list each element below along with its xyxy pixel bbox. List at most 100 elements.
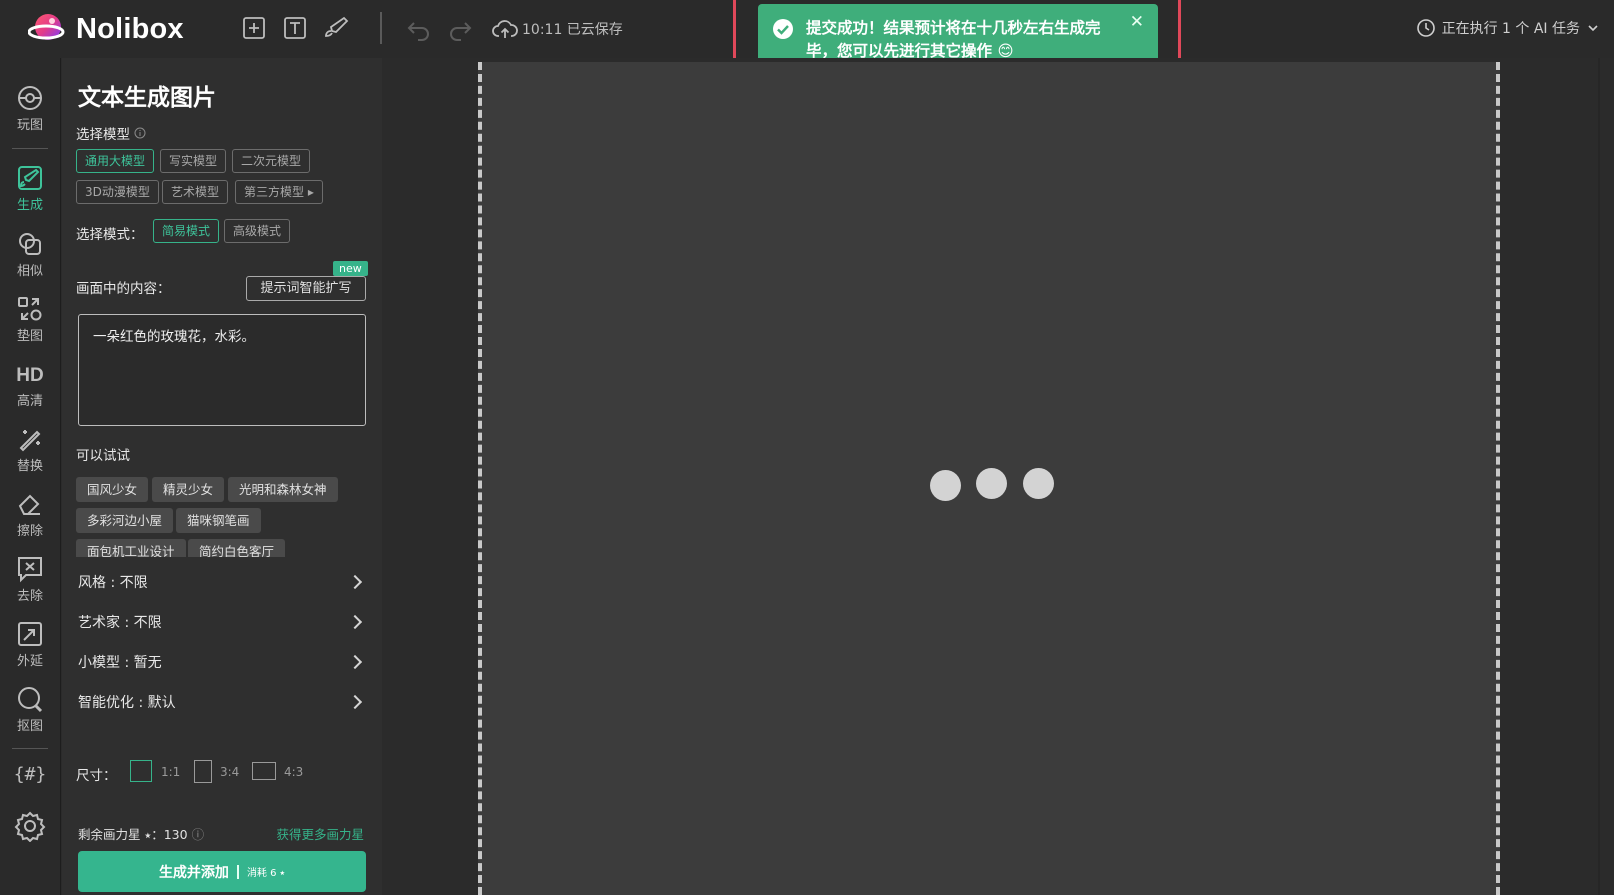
loading-dot <box>976 468 1007 499</box>
rail-item-similar[interactable]: 相似 <box>5 230 55 279</box>
plugin-icon: {#} <box>13 764 47 785</box>
model-chip-general[interactable]: 通用大模型 <box>76 149 155 173</box>
brush-tool-icon[interactable] <box>322 15 349 41</box>
rail-item-remove[interactable]: 去除 <box>5 555 55 604</box>
suggestion-chip[interactable]: 简约白色客厅 <box>188 539 286 557</box>
chevron-right-icon <box>347 614 363 630</box>
rail-divider <box>12 148 48 149</box>
task-status-text: 正在执行 1 个 AI 任务 <box>1441 21 1580 37</box>
brush-icon <box>18 166 42 190</box>
logo-icon <box>28 14 65 40</box>
suggestion-chip[interactable]: 光明和森林女神 <box>228 477 338 502</box>
ai-task-status[interactable]: 正在执行 1 个 AI 任务 <box>1416 18 1600 38</box>
eraser-icon <box>18 494 40 515</box>
tool-rail: 玩图 生成 相似 垫图 HD 高清 替换 擦除 去除 外延 抠图 {#} <box>0 58 61 895</box>
clock-icon <box>1416 19 1435 37</box>
mode-chip-simple[interactable]: 简易模式 <box>153 219 220 243</box>
add-text-icon[interactable] <box>282 15 308 41</box>
rail-item-play[interactable]: 玩图 <box>5 84 55 133</box>
generation-panel: 文本生成图片 选择模型 通用大模型 写实模型 二次元模型 3D动漫模型 艺术模型… <box>62 58 382 895</box>
content-label: 画面中的内容： <box>76 281 171 297</box>
drawing-canvas[interactable] <box>478 62 1500 895</box>
rail-label: 高清 <box>16 394 43 409</box>
chevron-right-icon <box>347 654 363 670</box>
close-icon[interactable]: ✕ <box>1130 12 1144 32</box>
size-option-label: 3:4 <box>220 765 240 779</box>
new-badge: new <box>333 261 368 276</box>
rail-item-outpaint[interactable]: 外延 <box>5 620 55 669</box>
rail-item-hd[interactable]: HD 高清 <box>5 360 55 409</box>
model-chip-third-party[interactable]: 第三方模型 ▸ <box>235 180 323 204</box>
chevron-right-icon <box>347 694 363 710</box>
save-status-text: 10:11 已云保存 <box>522 22 623 38</box>
rail-label: 外延 <box>16 654 43 669</box>
suggestion-chip[interactable]: 猫咪钢笔画 <box>176 508 261 533</box>
suggestion-list: 国风少女 精灵少女 光明和森林女神 多彩河边小屋 猫咪钢笔画 面包机工业设计 简… <box>62 473 382 557</box>
scrollbar[interactable] <box>1598 58 1600 895</box>
model-chip-anime[interactable]: 二次元模型 <box>232 149 311 173</box>
suggestion-chip[interactable]: 多彩河边小屋 <box>76 508 174 533</box>
rail-label: 玩图 <box>16 118 43 133</box>
rail-item-generate[interactable]: 生成 <box>5 160 55 216</box>
model-chip-3d[interactable]: 3D动漫模型 <box>76 180 159 204</box>
model-chip-art[interactable]: 艺术模型 <box>162 180 229 204</box>
undo-icon[interactable] <box>406 15 432 41</box>
setting-optimize[interactable]: 智能优化 : 默认 <box>78 687 366 717</box>
suggestion-chip[interactable]: 精灵少女 <box>152 477 225 502</box>
redo-icon[interactable] <box>447 15 473 41</box>
generate-button-label: 生成并添加 <box>158 864 229 881</box>
size-option-3-4[interactable] <box>194 760 212 783</box>
rail-label: 生成 <box>16 198 43 213</box>
rail-item-erase[interactable]: 擦除 <box>5 490 55 539</box>
loading-dot <box>930 470 961 501</box>
setting-style[interactable]: 风格 : 不限 <box>78 567 366 597</box>
prompt-textarea[interactable]: 一朵红色的玫瑰花，水彩。 <box>78 314 366 426</box>
page-title: 文本生成图片 <box>78 85 216 111</box>
rail-label: 抠图 <box>16 719 43 734</box>
setting-label: 风格 : 不限 <box>78 575 148 591</box>
rail-item-reference[interactable]: 垫图 <box>5 295 55 344</box>
hd-icon: HD <box>16 365 43 386</box>
model-chip-realistic[interactable]: 写实模型 <box>160 149 227 173</box>
cutout-icon <box>18 687 43 713</box>
try-label: 可以试试 <box>76 448 130 464</box>
size-option-label: 4:3 <box>284 765 304 779</box>
logo[interactable]: Nolibox <box>28 11 184 47</box>
setting-lora[interactable]: 小模型 : 暂无 <box>78 647 366 677</box>
model-section-label: 选择模型 <box>76 123 146 143</box>
setting-label: 小模型 : 暂无 <box>78 655 162 671</box>
toolbar-divider <box>380 12 382 44</box>
rail-label: 垫图 <box>16 329 43 344</box>
get-more-stars-link[interactable]: 获得更多画力星 <box>276 824 364 843</box>
size-option-4-3[interactable] <box>252 762 276 780</box>
generate-button[interactable]: 生成并添加 消耗 6 ⭑ <box>78 851 366 892</box>
remove-icon <box>18 557 42 583</box>
info-icon[interactable] <box>134 127 146 139</box>
cloud-save-status: 10:11 已云保存 <box>492 18 623 40</box>
svg-text:HD: HD <box>16 365 43 386</box>
brand-name: Nolibox <box>76 12 184 45</box>
setting-artist[interactable]: 艺术家 : 不限 <box>78 607 366 637</box>
setting-label: 智能优化 : 默认 <box>78 695 176 711</box>
rail-item-plugins[interactable]: {#} <box>5 764 55 785</box>
rail-item-cutout[interactable]: 抠图 <box>5 685 55 734</box>
rail-item-replace[interactable]: 替换 <box>5 425 55 474</box>
suggestion-chip[interactable]: 面包机工业设计 <box>76 539 186 557</box>
cloud-upload-icon <box>492 20 518 38</box>
add-frame-icon[interactable] <box>241 15 267 41</box>
mode-label: 选择模式： <box>76 227 144 243</box>
prompt-expand-button[interactable]: 提示词智能扩写 <box>246 276 366 301</box>
chevron-down-icon <box>1588 25 1598 32</box>
rail-item-settings[interactable] <box>5 810 55 844</box>
loading-dot <box>1023 468 1054 499</box>
mode-chip-advanced[interactable]: 高级模式 <box>224 219 291 243</box>
size-option-1-1[interactable] <box>130 760 152 782</box>
canvas-area <box>382 58 1614 895</box>
size-option-label: 1:1 <box>161 765 181 779</box>
remaining-stars: 剩余画力星 ⭑：130 ⓘ <box>78 824 204 843</box>
expand-icon <box>18 622 42 646</box>
size-label: 尺寸： <box>76 768 117 784</box>
suggestion-chip[interactable]: 国风少女 <box>76 477 149 502</box>
toast-message: 提交成功！结果预计将在十几秒左右生成完毕，您可以先进行其它操作 😊 <box>806 19 1101 60</box>
info-icon[interactable]: ⓘ <box>192 827 205 842</box>
